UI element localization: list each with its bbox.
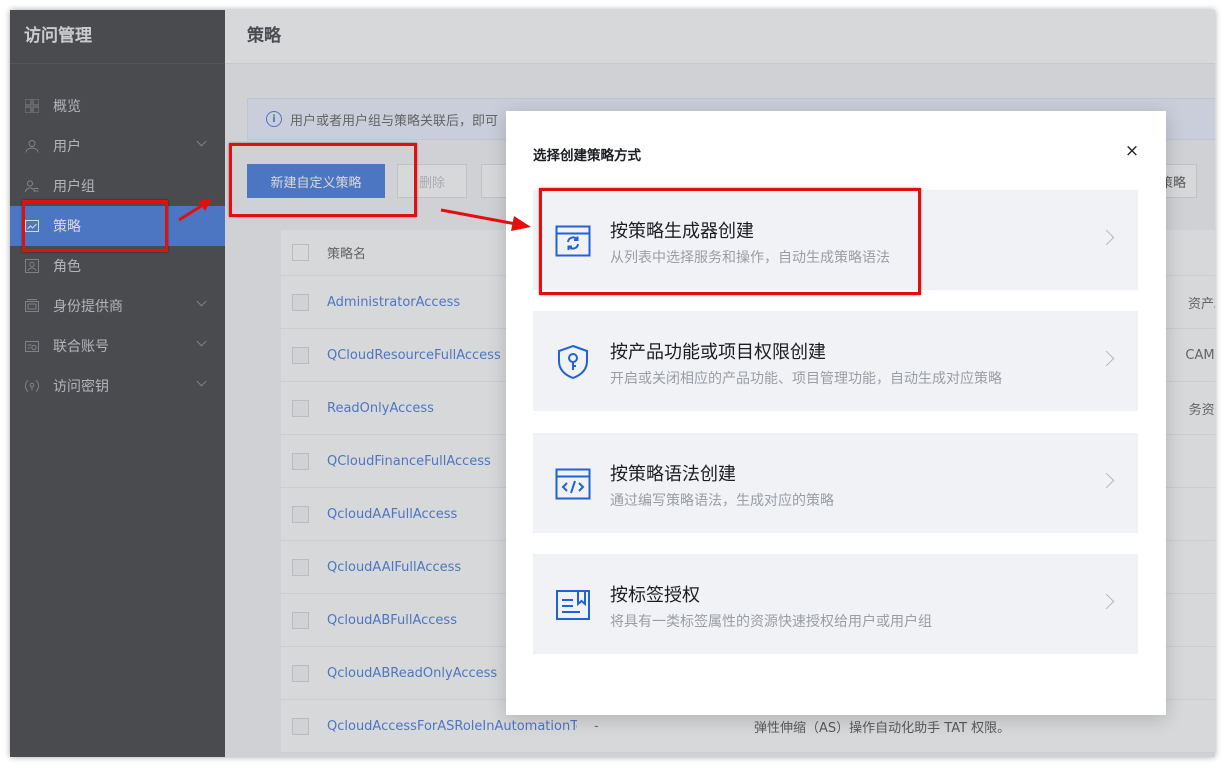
shield-key-icon [554, 343, 592, 381]
chevron-right-icon [1098, 593, 1115, 610]
tag-book-icon [554, 586, 592, 624]
chevron-right-icon [1098, 472, 1115, 489]
option-description: 将具有一类标签属性的资源快速授权给用户或用户组 [610, 614, 932, 630]
dialog-title: 选择创建策略方式 [533, 148, 641, 164]
option-title: 按产品功能或项目权限创建 [610, 342, 826, 363]
option-title: 按策略语法创建 [610, 464, 736, 485]
option-policy-syntax[interactable]: 按策略语法创建 通过编写策略语法，生成对应的策略 [533, 433, 1138, 533]
annotation-arrow-1 [178, 199, 212, 222]
option-description: 通过编写策略语法，生成对应的策略 [610, 493, 834, 509]
annotation-arrow-2 [440, 208, 531, 231]
chevron-right-icon [1098, 229, 1115, 246]
option-description: 开启或关闭相应的产品功能、项目管理功能，自动生成对应策略 [610, 371, 1002, 387]
option-tag-authorization[interactable]: 按标签授权 将具有一类标签属性的资源快速授权给用户或用户组 [533, 554, 1138, 654]
annotation-box-create-button [229, 143, 417, 217]
close-icon[interactable]: × [1124, 143, 1140, 160]
screenshot-frame: 访问管理 概览 用户 用户组 策略 角色 身份提供商 联合账号 访问密钥 策略 … [10, 10, 1215, 757]
option-title: 按标签授权 [610, 585, 700, 606]
option-product-feature[interactable]: 按产品功能或项目权限创建 开启或关闭相应的产品功能、项目管理功能，自动生成对应策… [533, 311, 1138, 411]
code-window-icon [554, 465, 592, 503]
chevron-right-icon [1098, 350, 1115, 367]
annotation-box-sidebar-policies [22, 200, 168, 252]
annotation-box-generator-option [539, 188, 921, 295]
